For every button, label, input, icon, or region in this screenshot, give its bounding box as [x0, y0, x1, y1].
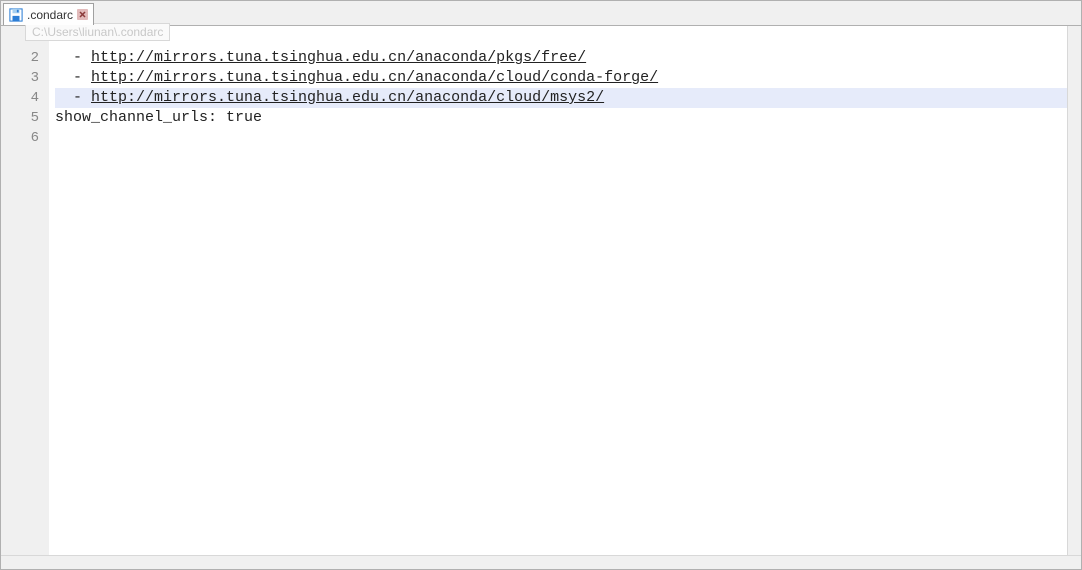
code-text: show_channel_urls: true	[55, 109, 262, 126]
code-line[interactable]: - http://mirrors.tuna.tsinghua.edu.cn/an…	[55, 48, 1081, 68]
tab-bar: .condarc C:\Users\liunan\.condarc	[1, 1, 1081, 25]
url-link[interactable]: http://mirrors.tuna.tsinghua.edu.cn/anac…	[91, 69, 658, 86]
line-number-gutter: 123456	[1, 26, 49, 569]
close-tab-icon[interactable]	[76, 8, 89, 21]
line-number: 5	[1, 108, 49, 128]
code-area[interactable]: channels: - http://mirrors.tuna.tsinghua…	[49, 26, 1081, 569]
line-number: 1	[1, 28, 49, 48]
editor-window: .condarc C:\Users\liunan\.condarc 123456…	[0, 0, 1082, 570]
code-text: -	[55, 49, 91, 66]
file-tab[interactable]: .condarc	[3, 3, 94, 25]
vertical-scrollbar[interactable]	[1067, 26, 1081, 555]
line-number: 6	[1, 128, 49, 148]
code-text: -	[55, 69, 91, 86]
code-text: channels:	[55, 29, 136, 46]
code-line[interactable]	[55, 128, 1081, 148]
line-number: 3	[1, 68, 49, 88]
tab-filename: .condarc	[27, 8, 73, 22]
code-line[interactable]: channels:	[55, 28, 1081, 48]
url-link[interactable]: http://mirrors.tuna.tsinghua.edu.cn/anac…	[91, 49, 586, 66]
url-link[interactable]: http://mirrors.tuna.tsinghua.edu.cn/anac…	[91, 89, 604, 106]
horizontal-scrollbar[interactable]	[1, 555, 1081, 569]
code-line[interactable]: show_channel_urls: true	[55, 108, 1081, 128]
code-line[interactable]: - http://mirrors.tuna.tsinghua.edu.cn/an…	[55, 68, 1081, 88]
code-line[interactable]: - http://mirrors.tuna.tsinghua.edu.cn/an…	[55, 88, 1081, 108]
line-number: 2	[1, 48, 49, 68]
code-text: -	[55, 89, 91, 106]
editor-body: 123456 channels: - http://mirrors.tuna.t…	[1, 25, 1081, 569]
file-save-icon	[9, 8, 23, 22]
line-number: 4	[1, 88, 49, 108]
